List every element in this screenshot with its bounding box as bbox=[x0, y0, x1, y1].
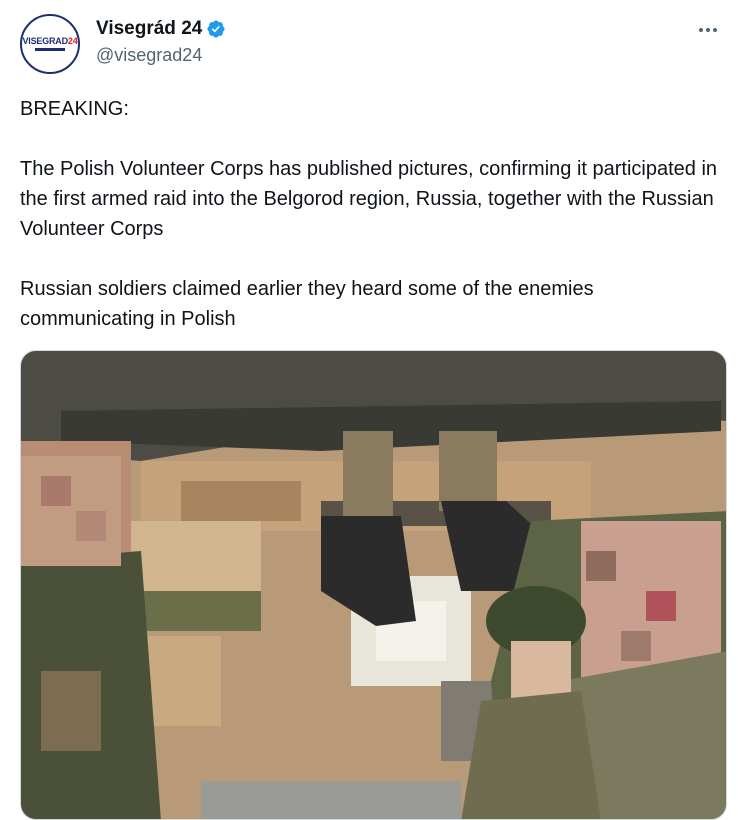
verified-badge-icon bbox=[207, 20, 225, 38]
account-handle[interactable]: @visegrad24 bbox=[96, 45, 202, 66]
avatar-logo-text: VISEGRAD24 bbox=[22, 36, 78, 46]
tweet-photo[interactable] bbox=[20, 350, 727, 820]
tweet-text: BREAKING: The Polish Volunteer Corps has… bbox=[20, 98, 718, 330]
name-row: Visegrád 24 bbox=[96, 18, 226, 40]
display-name[interactable]: Visegrád 24 bbox=[96, 18, 202, 40]
photo-illustration bbox=[21, 351, 726, 819]
more-options-icon[interactable] bbox=[694, 18, 722, 42]
avatar-logo-bar bbox=[35, 48, 65, 51]
account-avatar[interactable]: VISEGRAD24 bbox=[20, 14, 80, 74]
